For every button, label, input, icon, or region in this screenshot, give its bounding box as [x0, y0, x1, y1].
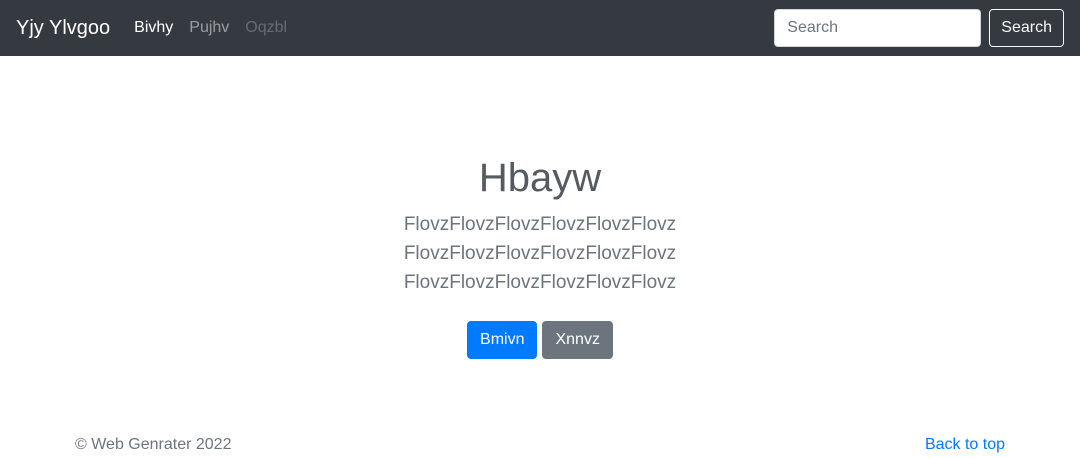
hero-title: Hbayw	[478, 156, 602, 200]
hero-lead-text: FlovzFlovzFlovzFlovzFlovzFlovz FlovzFlov…	[403, 214, 677, 293]
secondary-button[interactable]: Xnnvz	[542, 321, 613, 359]
navbar-brand[interactable]: Yjy Ylvgoo	[16, 17, 110, 40]
back-to-top-link[interactable]: Back to top	[925, 436, 1005, 454]
nav-link-oqzbl: Oqzbl	[245, 19, 288, 36]
nav-link-pujhv[interactable]: Pujhv	[189, 19, 229, 37]
hero-buttons: Bmivn Xnnvz	[0, 321, 1080, 359]
top-navbar: Yjy Ylvgoo Bivhy Pujhv Oqzbl Search	[0, 0, 1080, 56]
search-button[interactable]: Search	[989, 9, 1064, 47]
page-footer: © Web Genrater 2022 Back to top	[75, 436, 1005, 454]
nav-links: Bivhy Pujhv Oqzbl	[134, 19, 303, 37]
nav-link-bivhy[interactable]: Bivhy	[134, 19, 173, 37]
hero-section: Hbayw FlovzFlovzFlovzFlovzFlovzFlovz Flo…	[0, 56, 1080, 359]
search-form: Search	[774, 9, 1064, 47]
copyright-text: © Web Genrater 2022	[75, 436, 232, 453]
primary-button[interactable]: Bmivn	[467, 321, 538, 359]
search-input[interactable]	[774, 9, 982, 47]
